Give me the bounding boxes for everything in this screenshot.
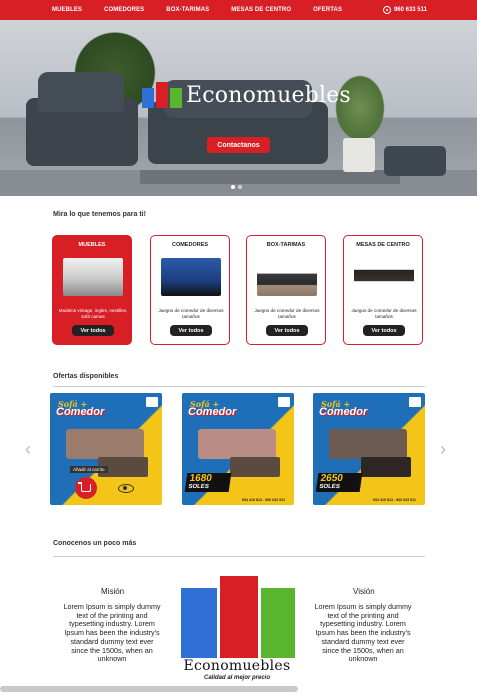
category-card-comedores[interactable]: COMEDORES Juegos de comedor de diversos … bbox=[150, 235, 230, 345]
brand-badge-icon bbox=[278, 397, 290, 407]
category-image bbox=[161, 258, 221, 296]
nav-item-comedores[interactable]: COMEDORES bbox=[104, 7, 144, 13]
chevron-left-icon[interactable]: ‹ bbox=[25, 440, 35, 458]
category-image bbox=[354, 258, 414, 296]
category-desc: Juegos de comedor de diversos tamaños bbox=[351, 308, 417, 319]
view-all-button[interactable]: Ver todos bbox=[363, 325, 405, 336]
vision-title: Visión bbox=[353, 587, 375, 596]
nav-item-mesas-de-centro[interactable]: MESAS DE CENTRO bbox=[231, 7, 291, 13]
divider bbox=[53, 556, 425, 557]
category-title: COMEDORES bbox=[171, 242, 209, 248]
eye-icon bbox=[118, 483, 134, 493]
nav-item-ofertas[interactable]: OFERTAS bbox=[313, 7, 342, 13]
add-to-cart-tooltip: Añadir al carrito bbox=[70, 466, 108, 473]
sofa-image bbox=[329, 429, 407, 459]
view-all-button[interactable]: Ver todos bbox=[72, 325, 114, 336]
vision-text: Lorem Ipsum is simply dummy text of the … bbox=[314, 602, 412, 664]
phone-link[interactable]: 960 633 511 bbox=[382, 6, 427, 14]
category-card-muebles[interactable]: MUEBLES Modelos vintage, ingles, nestill… bbox=[52, 235, 132, 345]
offer-line2: Comedor bbox=[56, 406, 105, 418]
brand-badge-icon bbox=[146, 397, 158, 407]
whatsapp-icon bbox=[382, 6, 391, 14]
view-all-button[interactable]: Ver todos bbox=[170, 325, 212, 336]
offer-contact: 934 419 813 - 960 633 511 bbox=[373, 498, 416, 502]
plant-image bbox=[330, 68, 390, 148]
offer-card[interactable]: Sofá + Comedor 1680 SOLES 934 419 813 - … bbox=[182, 393, 294, 505]
category-title: MUEBLES bbox=[78, 242, 106, 248]
offer-line2: Comedor bbox=[188, 406, 237, 418]
offer-card[interactable]: Sofá + Comedor bbox=[50, 393, 162, 505]
carousel-dots bbox=[231, 185, 245, 189]
logo-wordmark: Economuebles bbox=[183, 658, 291, 674]
hero-banner: Economuebles Contactanos bbox=[0, 20, 477, 196]
table-image bbox=[230, 457, 280, 477]
sofa-image bbox=[148, 80, 328, 164]
offer-price: 1680 SOLES bbox=[184, 473, 232, 492]
category-desc: Modelos vintage, ingles, nestilles, sofá… bbox=[58, 308, 128, 319]
nav-item-muebles[interactable]: MUEBLES bbox=[52, 7, 82, 13]
horizontal-scrollbar[interactable] bbox=[0, 686, 298, 692]
mision-title: Misión bbox=[101, 587, 125, 596]
mision-text: Lorem Ipsum is simply dummy text of the … bbox=[63, 602, 161, 664]
category-card-mesas-de-centro[interactable]: MESAS DE CENTRO Juegos de comedor de div… bbox=[343, 235, 423, 345]
hero-rug bbox=[140, 170, 400, 184]
logo-block-red bbox=[220, 576, 258, 658]
sofa-image bbox=[66, 429, 144, 459]
brand-badge-icon bbox=[409, 397, 421, 407]
logo-block-blue bbox=[181, 588, 217, 658]
categories-title: Mira lo que tenemos para ti! bbox=[53, 211, 146, 218]
brand-name: Economuebles bbox=[186, 82, 351, 108]
view-offer-button[interactable] bbox=[117, 481, 135, 495]
brand-logo: Economuebles bbox=[142, 82, 351, 108]
pot-image bbox=[343, 138, 375, 172]
offer-price: 2650 SOLES bbox=[315, 473, 363, 492]
contact-button[interactable]: Contactanos bbox=[207, 137, 270, 153]
chevron-right-icon[interactable]: › bbox=[440, 440, 450, 458]
carousel-dot[interactable] bbox=[231, 185, 235, 189]
nav-item-box-tarimas[interactable]: BOX-TARIMAS bbox=[166, 7, 209, 13]
category-title: MESAS DE CENTRO bbox=[356, 242, 410, 248]
brand-logo-large: Economuebles Calidad al mejor precio bbox=[176, 572, 298, 690]
offer-card[interactable]: Sofá + Comedor 2650 SOLES 934 419 813 - … bbox=[313, 393, 425, 505]
table-image bbox=[361, 457, 411, 477]
category-title: BOX-TARIMAS bbox=[266, 242, 306, 248]
cart-icon bbox=[78, 482, 91, 492]
about-title: Conocenos un poco más bbox=[53, 540, 137, 547]
phone-number: 960 633 511 bbox=[393, 7, 427, 13]
logo-block-green bbox=[261, 588, 295, 658]
view-all-button[interactable]: Ver todos bbox=[266, 325, 308, 336]
offer-contact: 934 419 813 - 960 633 511 bbox=[242, 498, 285, 502]
armchair-image bbox=[26, 72, 138, 166]
logo-mark-icon bbox=[142, 82, 182, 108]
category-card-box-tarimas[interactable]: BOX-TARIMAS Juegos de comedor de diverso… bbox=[246, 235, 326, 345]
category-image bbox=[257, 258, 317, 296]
offer-line2: Comedor bbox=[319, 406, 368, 418]
offers-title: Ofertas disponibles bbox=[53, 373, 119, 380]
divider bbox=[53, 386, 425, 387]
logo-slogan: Calidad al mejor precio bbox=[203, 675, 271, 681]
ottoman-image bbox=[384, 146, 446, 176]
category-image bbox=[63, 258, 123, 296]
sofa-image bbox=[198, 429, 276, 459]
category-desc: Juegos de comedor de diversos tamaños bbox=[254, 308, 320, 319]
top-nav: MUEBLES COMEDORES BOX-TARIMAS MESAS DE C… bbox=[0, 0, 477, 20]
category-desc: Juegos de comedor de diversos tamaños bbox=[158, 308, 224, 319]
carousel-dot[interactable] bbox=[238, 185, 242, 189]
add-to-cart-button[interactable] bbox=[75, 477, 97, 499]
